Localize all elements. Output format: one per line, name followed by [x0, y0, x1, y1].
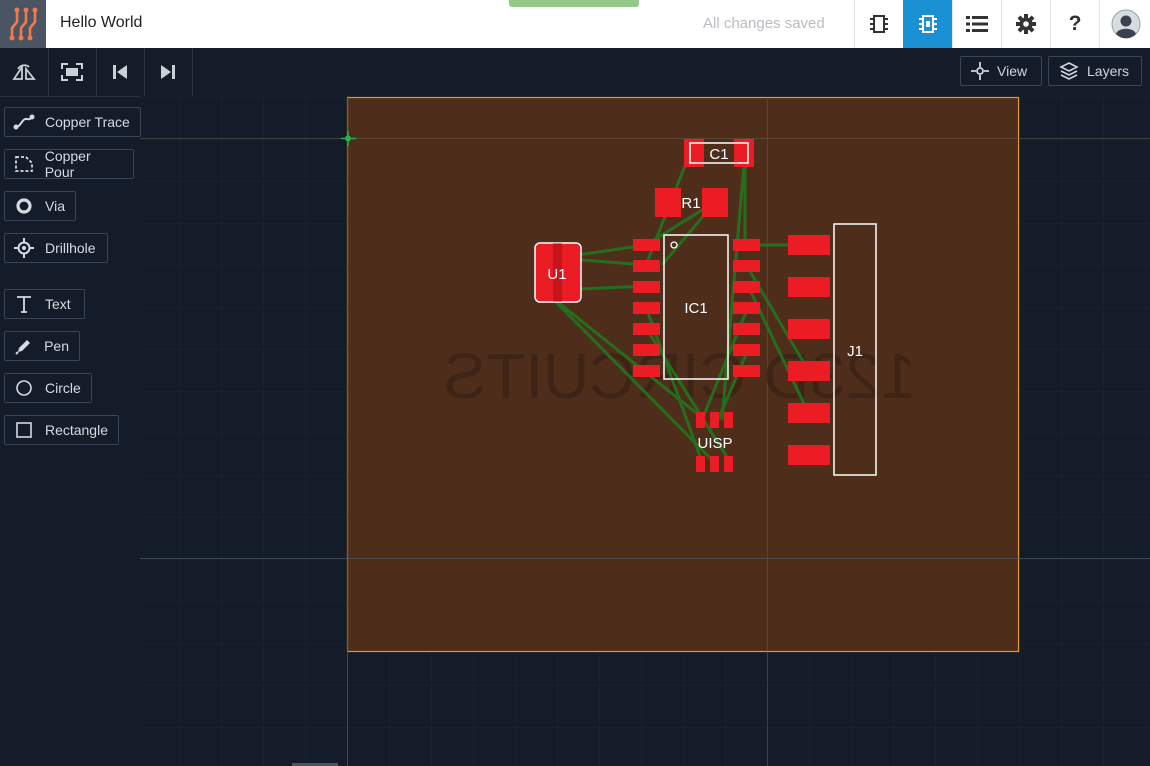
bom-list-button[interactable]: [952, 0, 1001, 48]
tool-drillhole[interactable]: Drillhole: [4, 233, 108, 263]
c1-label: C1: [709, 146, 728, 163]
chip-outline-icon: [870, 15, 888, 33]
pcb-chip-icon: [919, 15, 937, 33]
component-u1[interactable]: U1: [534, 242, 582, 303]
tool-label: Via: [45, 198, 65, 214]
rectangle-icon: [13, 419, 35, 441]
component-c1[interactable]: C1: [684, 139, 754, 167]
tool-via[interactable]: Via: [4, 191, 76, 221]
step-back-button[interactable]: [96, 48, 145, 96]
tool-label: Circle: [45, 380, 81, 396]
view-button[interactable]: View: [960, 56, 1042, 86]
gear-icon: [1016, 14, 1036, 34]
j1-label: J1: [847, 343, 863, 360]
copper-pour-icon: [13, 153, 35, 175]
app-logo[interactable]: [0, 0, 46, 48]
avatar-icon: [1111, 9, 1140, 39]
pcb-canvas[interactable]: 123D CIRCUITS C1 R1 U1 IC1 UISP J1: [140, 96, 1150, 766]
list-icon: [966, 16, 988, 32]
tool-circle[interactable]: Circle: [4, 373, 92, 403]
account-button[interactable]: [1099, 0, 1150, 48]
editor-toolbar: View Layers: [0, 48, 1150, 97]
circle-icon: [13, 377, 35, 399]
pen-icon: [13, 335, 34, 357]
top-header-bar: Hello World All changes saved ?: [0, 0, 1150, 48]
circuits-logo-icon: [9, 7, 38, 41]
layers-button-label: Layers: [1087, 63, 1130, 79]
fit-screen-icon: [61, 63, 83, 81]
layers-button[interactable]: Layers: [1048, 56, 1142, 86]
crosshair-icon: [971, 62, 989, 80]
tool-pen[interactable]: Pen: [4, 331, 80, 361]
skip-forward-icon: [161, 65, 175, 79]
rotate-view-button[interactable]: [0, 48, 49, 96]
save-status: All changes saved: [703, 15, 825, 32]
u1-label: U1: [547, 266, 566, 283]
tool-label: Copper Trace: [45, 114, 130, 130]
drillhole-icon: [13, 237, 35, 259]
pcb-view-button[interactable]: [903, 0, 952, 48]
text-icon: [13, 293, 35, 315]
tool-copper-trace[interactable]: Copper Trace: [4, 107, 141, 137]
tool-text[interactable]: Text: [4, 289, 85, 319]
ic1-label: IC1: [684, 300, 707, 317]
via-icon: [13, 195, 35, 217]
view-button-label: View: [997, 63, 1028, 79]
tool-label: Pen: [44, 338, 69, 354]
tool-copper-pour[interactable]: Copper Pour: [4, 148, 134, 180]
r1-label: R1: [681, 195, 700, 212]
layers-icon: [1059, 62, 1079, 80]
component-uisp[interactable]: UISP: [696, 412, 733, 472]
settings-button[interactable]: [1001, 0, 1050, 48]
tool-label: Drillhole: [45, 240, 96, 256]
tool-rectangle[interactable]: Rectangle: [4, 415, 119, 445]
tool-label: Rectangle: [44, 422, 108, 438]
tool-label: Text: [45, 296, 71, 312]
question-icon: ?: [1068, 12, 1082, 35]
step-forward-button[interactable]: [144, 48, 193, 96]
schematic-view-button[interactable]: [854, 0, 903, 48]
tool-label: Copper Pour: [44, 148, 91, 180]
status-notification-tab: [509, 0, 639, 7]
pcb-board-drawing[interactable]: 123D CIRCUITS C1 R1 U1 IC1 UISP J1: [140, 96, 1150, 766]
project-title[interactable]: Hello World: [60, 14, 142, 32]
copper-trace-icon: [13, 111, 35, 133]
skip-back-icon: [113, 65, 127, 79]
uisp-label: UISP: [697, 435, 732, 452]
fit-to-screen-button[interactable]: [48, 48, 97, 96]
rotate-icon: [12, 64, 36, 80]
help-button[interactable]: ?: [1050, 0, 1099, 48]
